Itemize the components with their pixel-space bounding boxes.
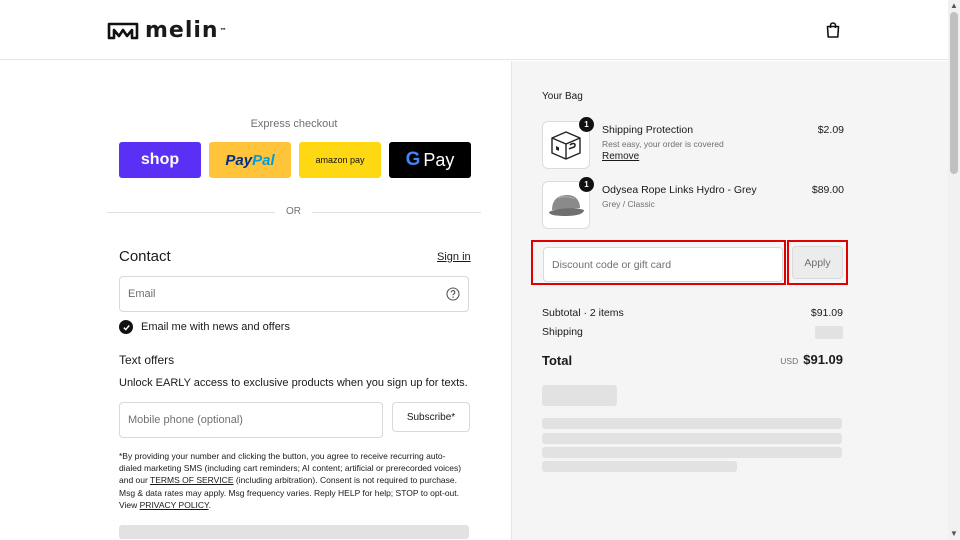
shop-pay-button[interactable]: shop [119,142,201,178]
brand-logo[interactable]: melin™ [107,20,228,42]
text-offers-description: Unlock EARLY access to exclusive product… [119,377,468,389]
item-description: Rest easy, your order is covered [602,139,724,149]
site-header: melin™ [0,0,948,60]
page-scrollbar[interactable]: ▲ ▼ [948,0,960,540]
express-checkout-label: Express checkout [250,118,338,130]
loading-placeholder [119,525,469,539]
line-item: 1 Odysea Rope Links Hydro - Grey Grey / … [542,177,844,229]
shopping-bag-icon [826,22,840,38]
line-item: 1 Shipping Protection Rest easy, your or… [542,117,844,169]
loading-placeholder [542,385,617,406]
email-field[interactable] [119,276,469,312]
currency-code: USD [780,356,799,366]
quantity-badge: 1 [579,177,594,192]
sms-disclaimer: *By providing your number and clicking t… [119,451,462,510]
phone-input[interactable] [120,403,382,437]
discount-input[interactable] [544,248,782,281]
subtotal-value: $91.09 [810,307,843,319]
google-pay-button[interactable]: G Pay [389,142,471,178]
newsletter-checkbox-row[interactable]: Email me with news and offers [119,320,290,334]
bag-heading: Your Bag [542,91,583,102]
subtotal-label: Subtotal · 2 items [542,307,624,319]
total-row: Total USD $91.09 [542,352,843,370]
quantity-badge: 1 [579,117,594,132]
loading-placeholder [542,433,842,444]
hat-icon [549,195,584,216]
paypal-button[interactable]: Pay Pal [209,142,291,178]
item-price: $2.09 [817,124,844,136]
total-amount-group: USD $91.09 [780,352,843,367]
shipping-box-icon [551,131,581,160]
express-checkout-buttons: shop Pay Pal amazon pay G Pay [119,142,471,178]
scroll-down-icon[interactable]: ▼ [950,530,958,538]
item-name: Shipping Protection [602,124,694,136]
subscribe-button[interactable]: Subscribe* [392,402,470,432]
cart-button[interactable] [823,20,843,40]
shipping-loading-placeholder [815,326,843,339]
shipping-row: Shipping [542,326,843,339]
google-g-icon: G [405,149,421,170]
apply-discount-button[interactable]: Apply [792,246,843,279]
text-offers-heading: Text offers [119,353,175,367]
or-divider: OR [107,206,481,218]
remove-link[interactable]: Remove [602,151,639,162]
brand-name: melin™ [145,18,228,43]
scroll-thumb[interactable] [950,12,958,174]
checkout-page: melin™ ▲ ▼ Express checkout shop Pay Pal … [0,0,960,540]
newsletter-label: Email me with news and offers [141,321,290,333]
loading-placeholder [542,461,737,472]
item-variant: Grey / Classic [602,199,655,209]
terms-of-service-link[interactable]: TERMS OF SERVICE [150,475,233,485]
discount-highlight [531,240,786,285]
shipping-label: Shipping [542,326,583,338]
total-value: $91.09 [803,352,843,367]
order-summary: Your Bag 1 Shipping Protection Rest easy… [511,61,948,540]
discount-field[interactable] [543,247,783,282]
newsletter-checkbox[interactable] [119,320,133,334]
checkmark-icon [122,324,130,331]
phone-field[interactable] [119,402,383,438]
checkout-form: Express checkout shop Pay Pal amazon pay … [0,61,511,540]
question-circle-icon[interactable] [446,287,460,301]
sign-in-link[interactable]: Sign in [437,251,471,263]
total-label: Total [542,353,573,368]
amazon-pay-button[interactable]: amazon pay [299,142,381,178]
subtotal-row: Subtotal · 2 items $91.09 [542,307,843,319]
loading-placeholder [542,447,842,458]
contact-heading: Contact [119,248,171,265]
scroll-up-icon[interactable]: ▲ [950,2,958,10]
apply-highlight: Apply [787,240,848,285]
email-input[interactable] [120,277,468,311]
item-name: Odysea Rope Links Hydro - Grey [602,184,757,196]
loading-placeholder [542,418,842,429]
melin-logo-icon [107,22,139,40]
item-price: $89.00 [811,184,844,196]
privacy-policy-link[interactable]: PRIVACY POLICY [140,500,209,510]
